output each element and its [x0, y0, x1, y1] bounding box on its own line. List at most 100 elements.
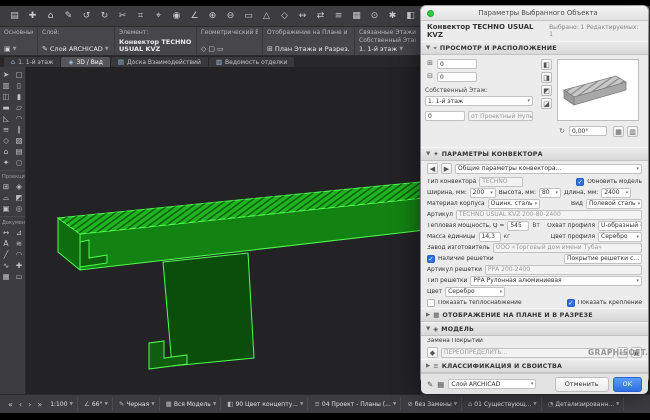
- curtain-wall-tool[interactable]: ▤: [13, 146, 25, 157]
- detail-level-dropdown[interactable]: ◔ Детализированн... ▼: [544, 397, 625, 411]
- snap-point-icon[interactable]: ◉: [170, 9, 183, 23]
- dimension-tool[interactable]: ↔: [0, 227, 12, 238]
- infobox-display-cell[interactable]: Отображение на Плане и в Разрезах: ⊞План…: [263, 27, 355, 55]
- infobox-basics-cell[interactable]: Основные ▣ ▼: [0, 27, 38, 55]
- scale-dropdown[interactable]: 1:100 ▼: [46, 397, 78, 411]
- param-checkbox[interactable]: ✓: [427, 254, 435, 263]
- param-select[interactable]: Покрытие решетки с...▾: [564, 253, 642, 264]
- app-menu-icon[interactable]: ▤: [8, 9, 21, 23]
- new-file-icon[interactable]: ✚: [26, 9, 39, 23]
- zoom-in-icon[interactable]: ⊕: [206, 9, 219, 23]
- override-icon[interactable]: ◧: [404, 9, 417, 23]
- asterisk-icon[interactable]: ✱: [386, 9, 399, 23]
- elevation-tool[interactable]: ◩: [13, 192, 25, 203]
- slab-tool[interactable]: ▱: [13, 102, 25, 113]
- object-tool[interactable]: ✦: [0, 157, 12, 168]
- param-checkbox[interactable]: [427, 298, 435, 307]
- next-page-icon[interactable]: ›: [26, 400, 33, 409]
- param-input[interactable]: TECHNO: [479, 176, 524, 187]
- axonometry-tool[interactable]: ◈: [13, 181, 25, 192]
- param-checkbox[interactable]: ✓: [576, 177, 585, 186]
- zone-tool[interactable]: ⌂: [0, 146, 12, 157]
- param-select[interactable]: 2400 ▾: [601, 187, 632, 198]
- infobox-layer-cell[interactable]: Слой: ✎ Слой ARCHICAD ▼: [38, 27, 115, 55]
- dialog-titlebar[interactable]: Параметры Выбранного Объекта: [421, 6, 648, 21]
- convector-3d-object[interactable]: [30, 70, 460, 390]
- undo-icon[interactable]: ↺: [80, 9, 93, 23]
- stair-tool[interactable]: ≡: [0, 124, 12, 135]
- walkthrough-tool[interactable]: ◎: [13, 203, 25, 214]
- swap-icon[interactable]: ⇄: [314, 9, 327, 23]
- camera-tool[interactable]: ▣: [0, 203, 12, 214]
- anchor-bottom-button[interactable]: ◩: [541, 85, 552, 96]
- flip-horizontal-button[interactable]: ▦: [613, 126, 624, 137]
- hotspot-tool[interactable]: ✚: [13, 260, 25, 271]
- door-tool[interactable]: ▯: [13, 80, 25, 91]
- param-select[interactable]: Полевой сталь ▾: [586, 198, 642, 209]
- geometry-box-icon[interactable]: ▢: [208, 45, 215, 53]
- redo-icon[interactable]: ↻: [98, 9, 111, 23]
- section-tool[interactable]: ⌓: [0, 192, 12, 203]
- wall-tool[interactable]: ▥: [0, 80, 12, 91]
- offset-x-input[interactable]: 0: [437, 59, 477, 69]
- window-tool[interactable]: ◫: [0, 91, 12, 102]
- param-select[interactable]: Серебро ▾: [598, 231, 642, 242]
- object-preview-thumbnail[interactable]: [557, 59, 639, 121]
- cut-icon[interactable]: ✂: [116, 9, 129, 23]
- renovation-filter-dropdown[interactable]: ⌂ 01 Существующ... ▼: [464, 397, 542, 411]
- railing-tool[interactable]: ∥: [13, 124, 25, 135]
- level-input[interactable]: 0: [425, 111, 465, 121]
- zoom-out-icon[interactable]: ⊖: [224, 9, 237, 23]
- ok-button[interactable]: OK: [612, 376, 642, 392]
- angle-guide-icon[interactable]: ∠: [188, 9, 201, 23]
- spline-tool[interactable]: ∿: [0, 260, 12, 271]
- tab-3d-view[interactable]: ◈ 3D / Вид: [61, 57, 110, 67]
- shell-tool[interactable]: ◠: [13, 113, 25, 124]
- param-select[interactable]: Серебро ▾: [445, 286, 506, 297]
- lamp-tool[interactable]: ○: [13, 157, 25, 168]
- drawing-tool[interactable]: ▭: [13, 271, 25, 282]
- section-classification-properties[interactable]: ▶ ≡ КЛАССИФИКАЦИЯ И СВОЙСТВА: [421, 359, 648, 373]
- param-select[interactable]: U-образный▾: [598, 220, 642, 231]
- param-input[interactable]: 14,3: [478, 231, 501, 242]
- text-tool[interactable]: A: [0, 238, 12, 249]
- anchor-top-button[interactable]: ◧: [541, 59, 552, 70]
- structure-display-dropdown[interactable]: ▦ Вся Модель ▼: [162, 397, 222, 411]
- param-select[interactable]: 80 ▾: [538, 187, 561, 198]
- graphic-override-dropdown[interactable]: ◧ 90 Цвет концепту... ▼: [223, 397, 309, 411]
- param-checkbox[interactable]: ✓: [566, 298, 575, 307]
- angle-dimension-tool[interactable]: ⊿: [13, 227, 25, 238]
- flip-vertical-button[interactable]: ▥: [627, 126, 638, 137]
- next-page-button[interactable]: ▶: [441, 163, 452, 174]
- level-reference-select[interactable]: от Проектный Нуль ▾: [468, 111, 533, 121]
- prev-page-button[interactable]: ◀: [427, 163, 438, 174]
- section-model[interactable]: ▼ ◈ МОДЕЛЬ: [421, 322, 648, 336]
- first-page-icon[interactable]: «: [6, 400, 15, 409]
- layer-combination-dropdown[interactable]: ≡ 04 Проект - Планы (... ▼: [310, 397, 402, 411]
- pen-set-dropdown[interactable]: ✎ Черная ▼: [115, 397, 160, 411]
- infobox-story-cell[interactable]: Связанные Этажи: Собственный Этаж: 1. 1-…: [355, 27, 421, 55]
- cancel-button[interactable]: Отменить: [554, 376, 609, 392]
- column-tool[interactable]: ▮: [13, 91, 25, 102]
- renovation-override-dropdown[interactable]: ⊘ без Замены ▼: [403, 397, 463, 411]
- fill-tool[interactable]: ≋: [13, 238, 25, 249]
- param-select[interactable]: 200 ▾: [469, 187, 496, 198]
- marquee-icon[interactable]: ▭: [242, 9, 255, 23]
- layer-select[interactable]: Слой ARCHICAD ▾: [448, 379, 537, 389]
- home-icon[interactable]: ⌂: [44, 9, 57, 23]
- tab-interaction-board[interactable]: ▤ Доска Взаимодействий: [110, 57, 208, 67]
- grid-icon[interactable]: ▦: [350, 9, 363, 23]
- plan-view-tool[interactable]: ⊞: [0, 181, 12, 192]
- story-select[interactable]: 1. 1-й этаж ▾: [425, 96, 533, 106]
- param-select[interactable]: РРА Рулонная алюминиевая ▾: [470, 275, 642, 286]
- beam-tool[interactable]: ▬: [0, 102, 12, 113]
- target-icon[interactable]: ⊙: [368, 9, 381, 23]
- param-input[interactable]: ООО «Торговый дом имени Туба»: [492, 242, 642, 253]
- last-page-icon[interactable]: »: [35, 400, 44, 409]
- rotation-angle-input[interactable]: 0,00°: [569, 126, 607, 136]
- param-input[interactable]: TECHNO USUAL KVZ 200-80-2400: [455, 209, 642, 220]
- geometry-slab-icon[interactable]: ▭: [217, 45, 224, 53]
- roof-tool[interactable]: ◺: [0, 113, 12, 124]
- parameter-preset-select[interactable]: Общие параметры конвектора... ▾: [455, 163, 642, 174]
- stretch-icon[interactable]: ↔: [296, 9, 309, 23]
